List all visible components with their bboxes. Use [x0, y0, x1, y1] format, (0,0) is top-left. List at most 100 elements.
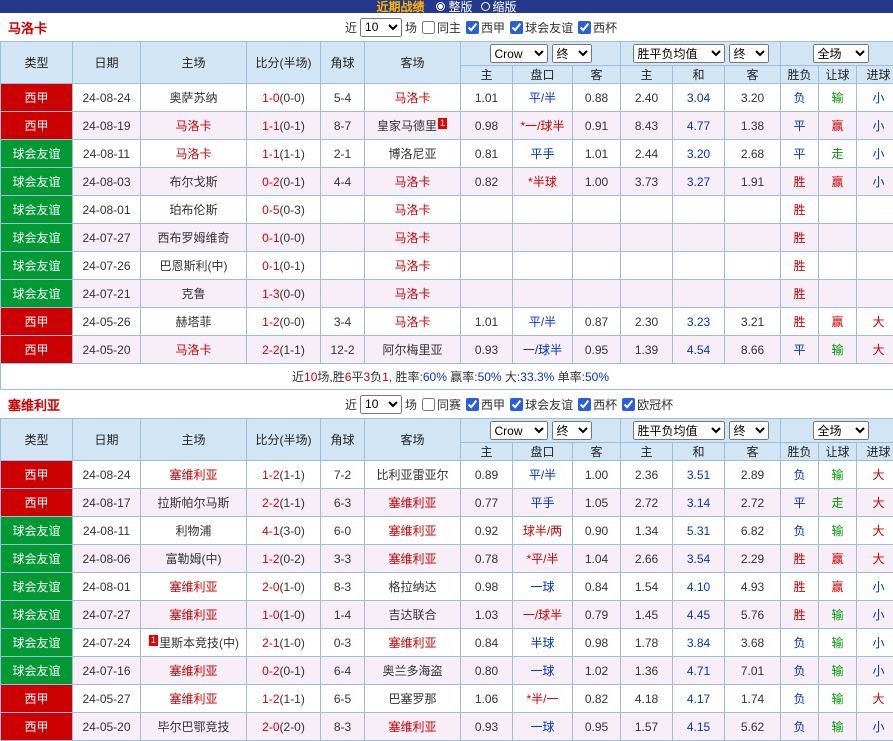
- team-link[interactable]: 塞维利亚: [388, 720, 436, 734]
- halftime-score: (0-0): [280, 231, 305, 245]
- filter-checkbox[interactable]: [466, 21, 479, 34]
- team-link[interactable]: 克鲁: [181, 287, 205, 301]
- filter-checkbox[interactable]: [466, 398, 479, 411]
- team-link[interactable]: 塞维利亚: [388, 496, 436, 510]
- filter-同赛[interactable]: 同赛: [422, 396, 461, 413]
- team-link[interactable]: 马洛卡: [175, 147, 211, 161]
- asian-final-select[interactable]: 终: [552, 44, 592, 63]
- asian-company-select[interactable]: Crow: [490, 421, 548, 440]
- result-handicap: 走: [819, 489, 857, 517]
- team-link[interactable]: 塞维利亚: [169, 664, 217, 678]
- euro-avg-select[interactable]: 胜平负均值: [633, 44, 725, 63]
- halftime-score: (3-0): [280, 524, 305, 538]
- team-link[interactable]: 马洛卡: [394, 91, 430, 105]
- halftime-score: (1-1): [280, 496, 305, 510]
- filter-欧冠杯[interactable]: 欧冠杯: [622, 396, 673, 413]
- euro-away-odds: 2.89: [725, 461, 781, 489]
- asian-home-odds: [461, 280, 513, 308]
- team-link[interactable]: 马洛卡: [175, 343, 211, 357]
- date-cell: 24-07-16: [73, 657, 141, 685]
- team-link[interactable]: 格拉纳达: [388, 580, 436, 594]
- page-title: 近期战绩: [376, 0, 424, 13]
- team-link[interactable]: 塞维利亚: [388, 552, 436, 566]
- corner-cell: 3-4: [321, 308, 365, 336]
- team-link[interactable]: 皇家马德里: [377, 119, 437, 133]
- team-link[interactable]: 珀布伦斯: [169, 203, 217, 217]
- euro-final-select[interactable]: 终: [729, 421, 769, 440]
- halftime-score: (0-1): [280, 664, 305, 678]
- filter-checkbox[interactable]: [510, 21, 523, 34]
- match-type-cell: 球会友谊: [1, 517, 73, 545]
- scope-select[interactable]: 全场: [813, 421, 869, 440]
- team-link[interactable]: 马洛卡: [394, 287, 430, 301]
- team-link[interactable]: 奥兰多海盗: [382, 664, 442, 678]
- team-name[interactable]: 塞维利亚: [8, 395, 60, 414]
- filter-checkbox[interactable]: [422, 398, 435, 411]
- team-link[interactable]: 里斯本竞技(中): [159, 636, 239, 650]
- fulltime-score: 0-1: [262, 231, 279, 245]
- away-team-cell: 塞维利亚: [365, 629, 461, 657]
- match-row: 球会友谊24-08-11利物浦4-1(3-0)6-0塞维利亚0.92球半/两0.…: [1, 517, 893, 545]
- filter-西甲[interactable]: 西甲: [466, 396, 505, 413]
- result-handicap: 输: [819, 84, 857, 112]
- team-link[interactable]: 奥萨苏纳: [169, 91, 217, 105]
- team-link[interactable]: 塞维利亚: [169, 468, 217, 482]
- asian-company-select[interactable]: Crow: [490, 44, 548, 63]
- version-option[interactable]: 缩版: [481, 0, 517, 13]
- filter-同主[interactable]: 同主: [422, 19, 461, 36]
- team-link[interactable]: 塞维利亚: [388, 524, 436, 538]
- team-link[interactable]: 马洛卡: [394, 175, 430, 189]
- filter-checkbox[interactable]: [422, 21, 435, 34]
- team-link[interactable]: 马洛卡: [394, 259, 430, 273]
- filter-checkbox[interactable]: [578, 398, 591, 411]
- filter-球会友谊[interactable]: 球会友谊: [510, 19, 573, 36]
- team-link[interactable]: 塞维利亚: [169, 692, 217, 706]
- filter-checkbox[interactable]: [578, 21, 591, 34]
- asian-away-odds: 0.79: [573, 601, 621, 629]
- scope-select[interactable]: 全场: [813, 44, 869, 63]
- team-link[interactable]: 塞维利亚: [169, 608, 217, 622]
- team-link[interactable]: 巴恩斯利(中): [160, 259, 228, 273]
- near-count-select[interactable]: 10: [360, 395, 402, 414]
- score-cell: 0-1(0-0): [247, 224, 321, 252]
- team-link[interactable]: 拉斯帕尔马斯: [157, 496, 229, 510]
- filter-西杯[interactable]: 西杯: [578, 396, 617, 413]
- team-link[interactable]: 博洛尼亚: [388, 147, 436, 161]
- filter-西杯[interactable]: 西杯: [578, 19, 617, 36]
- team-link[interactable]: 比利亚雷亚尔: [376, 468, 448, 482]
- result-outcome: 胜: [781, 280, 819, 308]
- euro-odds-group: 胜平负均值终: [621, 42, 781, 66]
- team-link[interactable]: 吉达联合: [388, 608, 436, 622]
- filter-球会友谊[interactable]: 球会友谊: [510, 396, 573, 413]
- team-link[interactable]: 布尔戈斯: [169, 175, 217, 189]
- result-goals: 小: [857, 84, 893, 112]
- team-link[interactable]: 西布罗姆维奇: [157, 231, 229, 245]
- result-outcome: 胜: [781, 573, 819, 601]
- euro-away-odds: 3.20: [725, 84, 781, 112]
- version-option[interactable]: 整版: [436, 0, 472, 13]
- team-link[interactable]: 塞维利亚: [388, 636, 436, 650]
- team-link[interactable]: 马洛卡: [394, 203, 430, 217]
- asian-final-select[interactable]: 终: [552, 421, 592, 440]
- team-link[interactable]: 塞维利亚: [169, 580, 217, 594]
- team-link[interactable]: 马洛卡: [394, 315, 430, 329]
- team-link[interactable]: 马洛卡: [175, 119, 211, 133]
- team-link[interactable]: 巴塞罗那: [388, 692, 436, 706]
- euro-avg-select[interactable]: 胜平负均值: [633, 421, 725, 440]
- away-team-cell: 比利亚雷亚尔: [365, 461, 461, 489]
- subheader-cell: 胜负: [781, 66, 819, 84]
- halftime-score: (0-0): [280, 315, 305, 329]
- near-count-select[interactable]: 10: [360, 18, 402, 37]
- euro-final-select[interactable]: 终: [729, 44, 769, 63]
- filter-checkbox[interactable]: [622, 398, 635, 411]
- team-link[interactable]: 马洛卡: [394, 231, 430, 245]
- team-link[interactable]: 阿尔梅里亚: [382, 343, 442, 357]
- team-link[interactable]: 毕尔巴鄂竞技: [157, 720, 229, 734]
- team-link[interactable]: 赫塔菲: [175, 315, 211, 329]
- team-name[interactable]: 马洛卡: [8, 18, 47, 37]
- filter-西甲[interactable]: 西甲: [466, 19, 505, 36]
- filter-checkbox[interactable]: [510, 398, 523, 411]
- fulltime-score: 1-2: [262, 315, 279, 329]
- team-link[interactable]: 富勒姆(中): [166, 552, 222, 566]
- team-link[interactable]: 利物浦: [175, 524, 211, 538]
